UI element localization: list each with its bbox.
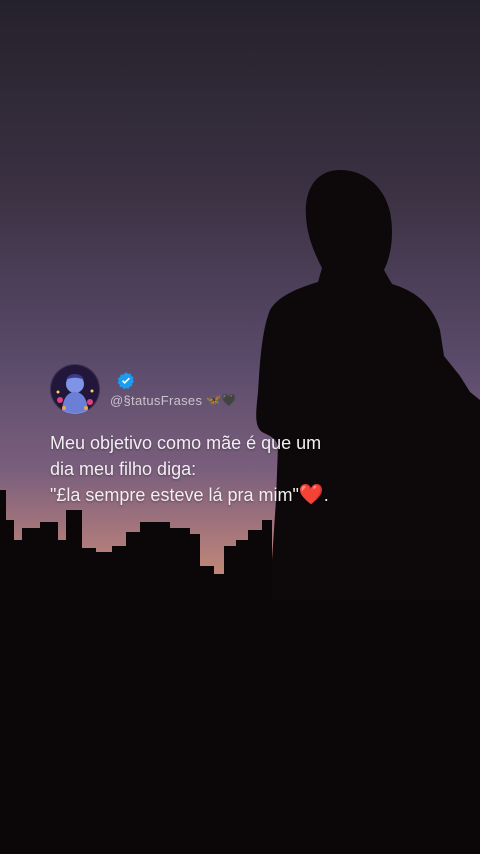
butterfly-heart-emoji-icon: 🦋🖤 [206, 393, 237, 407]
post-meta: @§tatusFrases 🦋🖤 [110, 371, 237, 408]
quote-text: Meu objetivo como mãe é que um dia meu f… [50, 430, 470, 508]
post-header: @§tatusFrases 🦋🖤 [50, 364, 470, 414]
quote-end: . [323, 485, 329, 505]
quote-line-1: Meu objetivo como mãe é que um [50, 433, 322, 453]
quote-post: @§tatusFrases 🦋🖤 Meu objetivo como mãe é… [50, 364, 470, 508]
quote-line-3: "£la sempre esteve lá pra mim" [50, 485, 299, 505]
username[interactable]: @§tatusFrases [110, 393, 202, 408]
quote-line-2: dia meu filho diga: [50, 459, 197, 479]
verified-badge-icon [117, 371, 134, 389]
avatar[interactable] [50, 364, 100, 414]
handle-row: @§tatusFrases 🦋🖤 [110, 393, 237, 408]
red-heart-icon: ❤️ [298, 484, 324, 506]
